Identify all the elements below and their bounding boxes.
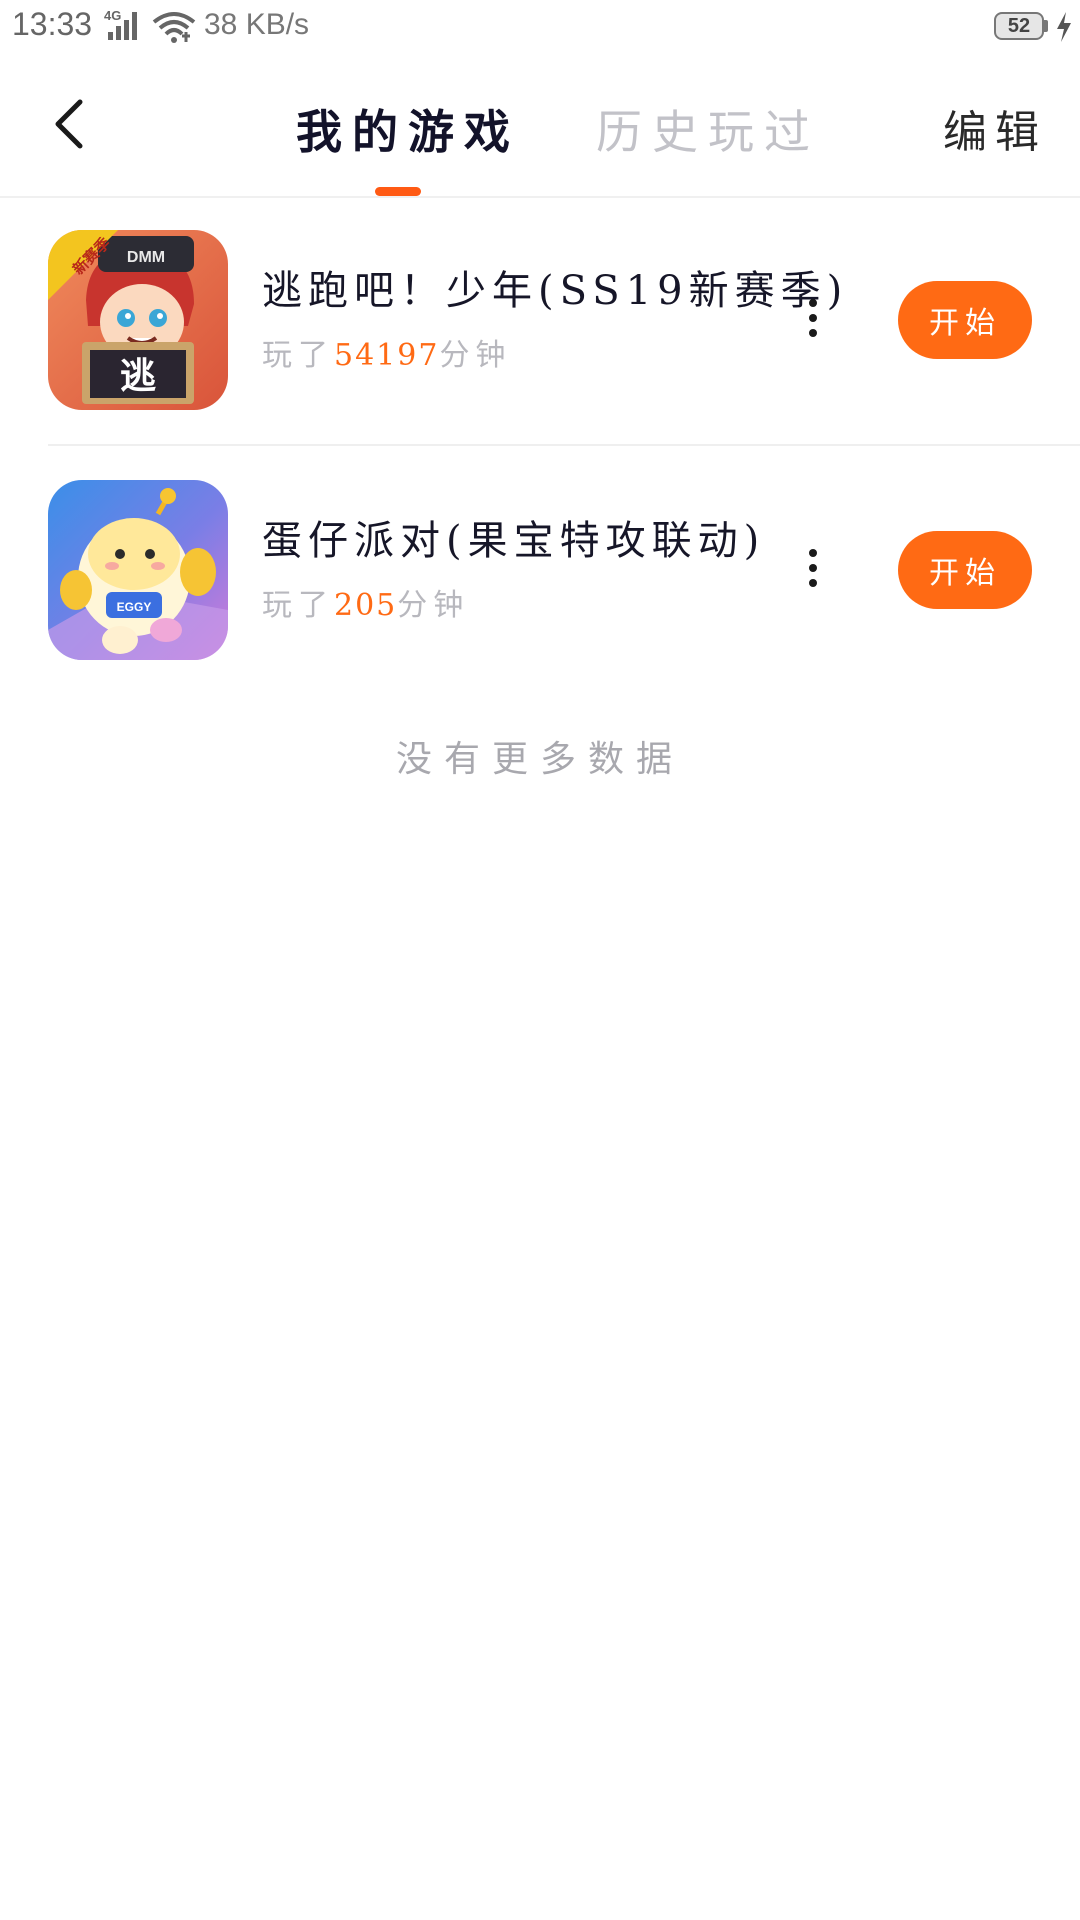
status-time: 13:33: [12, 6, 93, 42]
play-time-suffix: 分钟: [439, 338, 512, 373]
game-title[interactable]: 蛋仔派对(果宝特攻联动): [262, 508, 765, 566]
back-arrow-icon[interactable]: [40, 92, 104, 156]
play-time: 玩了54197分钟: [262, 330, 511, 374]
status-bar: 13:33 4G 38 KB/s 52: [0, 0, 1080, 56]
game-title[interactable]: 逃跑吧！少年(SS19新赛季): [262, 258, 848, 316]
play-time: 玩了205分钟: [262, 580, 469, 624]
no-more-data-text: 没有更多数据: [395, 739, 684, 780]
charging-icon: [1057, 12, 1071, 42]
edit-button[interactable]: 编辑: [943, 96, 1047, 160]
icon-hat-text: DMM: [127, 249, 165, 266]
tab-my-games[interactable]: 我的游戏: [296, 96, 520, 162]
game-icon-escape[interactable]: DMM 逃 新赛季: [48, 230, 228, 410]
play-time-prefix: 玩了: [262, 588, 334, 623]
game-icon-eggy-party[interactable]: EGGY: [48, 480, 228, 660]
start-button[interactable]: 开始: [898, 531, 1032, 609]
play-time-minutes: 54197: [334, 338, 440, 373]
icon-badge-text: EGGY: [117, 600, 152, 614]
cellular-signal-icon: 4G: [104, 8, 144, 42]
more-options-icon[interactable]: [796, 293, 830, 343]
more-options-icon[interactable]: [796, 543, 830, 593]
list-item[interactable]: DMM 逃 新赛季 逃跑吧！少年(SS19新赛季) 玩了54197分钟 开始: [0, 198, 1080, 446]
top-nav: 我的游戏 历史玩过 编辑: [0, 56, 1080, 198]
wifi-icon: [152, 12, 196, 43]
active-tab-indicator: [375, 187, 421, 196]
network-type-label: 4G: [104, 8, 122, 23]
start-button[interactable]: 开始: [898, 281, 1032, 359]
battery-level: 52: [994, 12, 1044, 40]
play-time-minutes: 205: [334, 588, 398, 623]
icon-sign-text: 逃: [120, 355, 156, 397]
battery-icon: 52: [994, 12, 1050, 42]
play-time-suffix: 分钟: [397, 588, 470, 623]
tab-history-played[interactable]: 历史玩过: [596, 96, 820, 162]
play-time-prefix: 玩了: [262, 338, 334, 373]
list-item[interactable]: EGGY 蛋仔派对(果宝特攻联动) 玩了205分钟 开始: [0, 448, 1080, 696]
divider: [48, 444, 1080, 446]
network-speed: 38 KB/s: [204, 8, 310, 41]
